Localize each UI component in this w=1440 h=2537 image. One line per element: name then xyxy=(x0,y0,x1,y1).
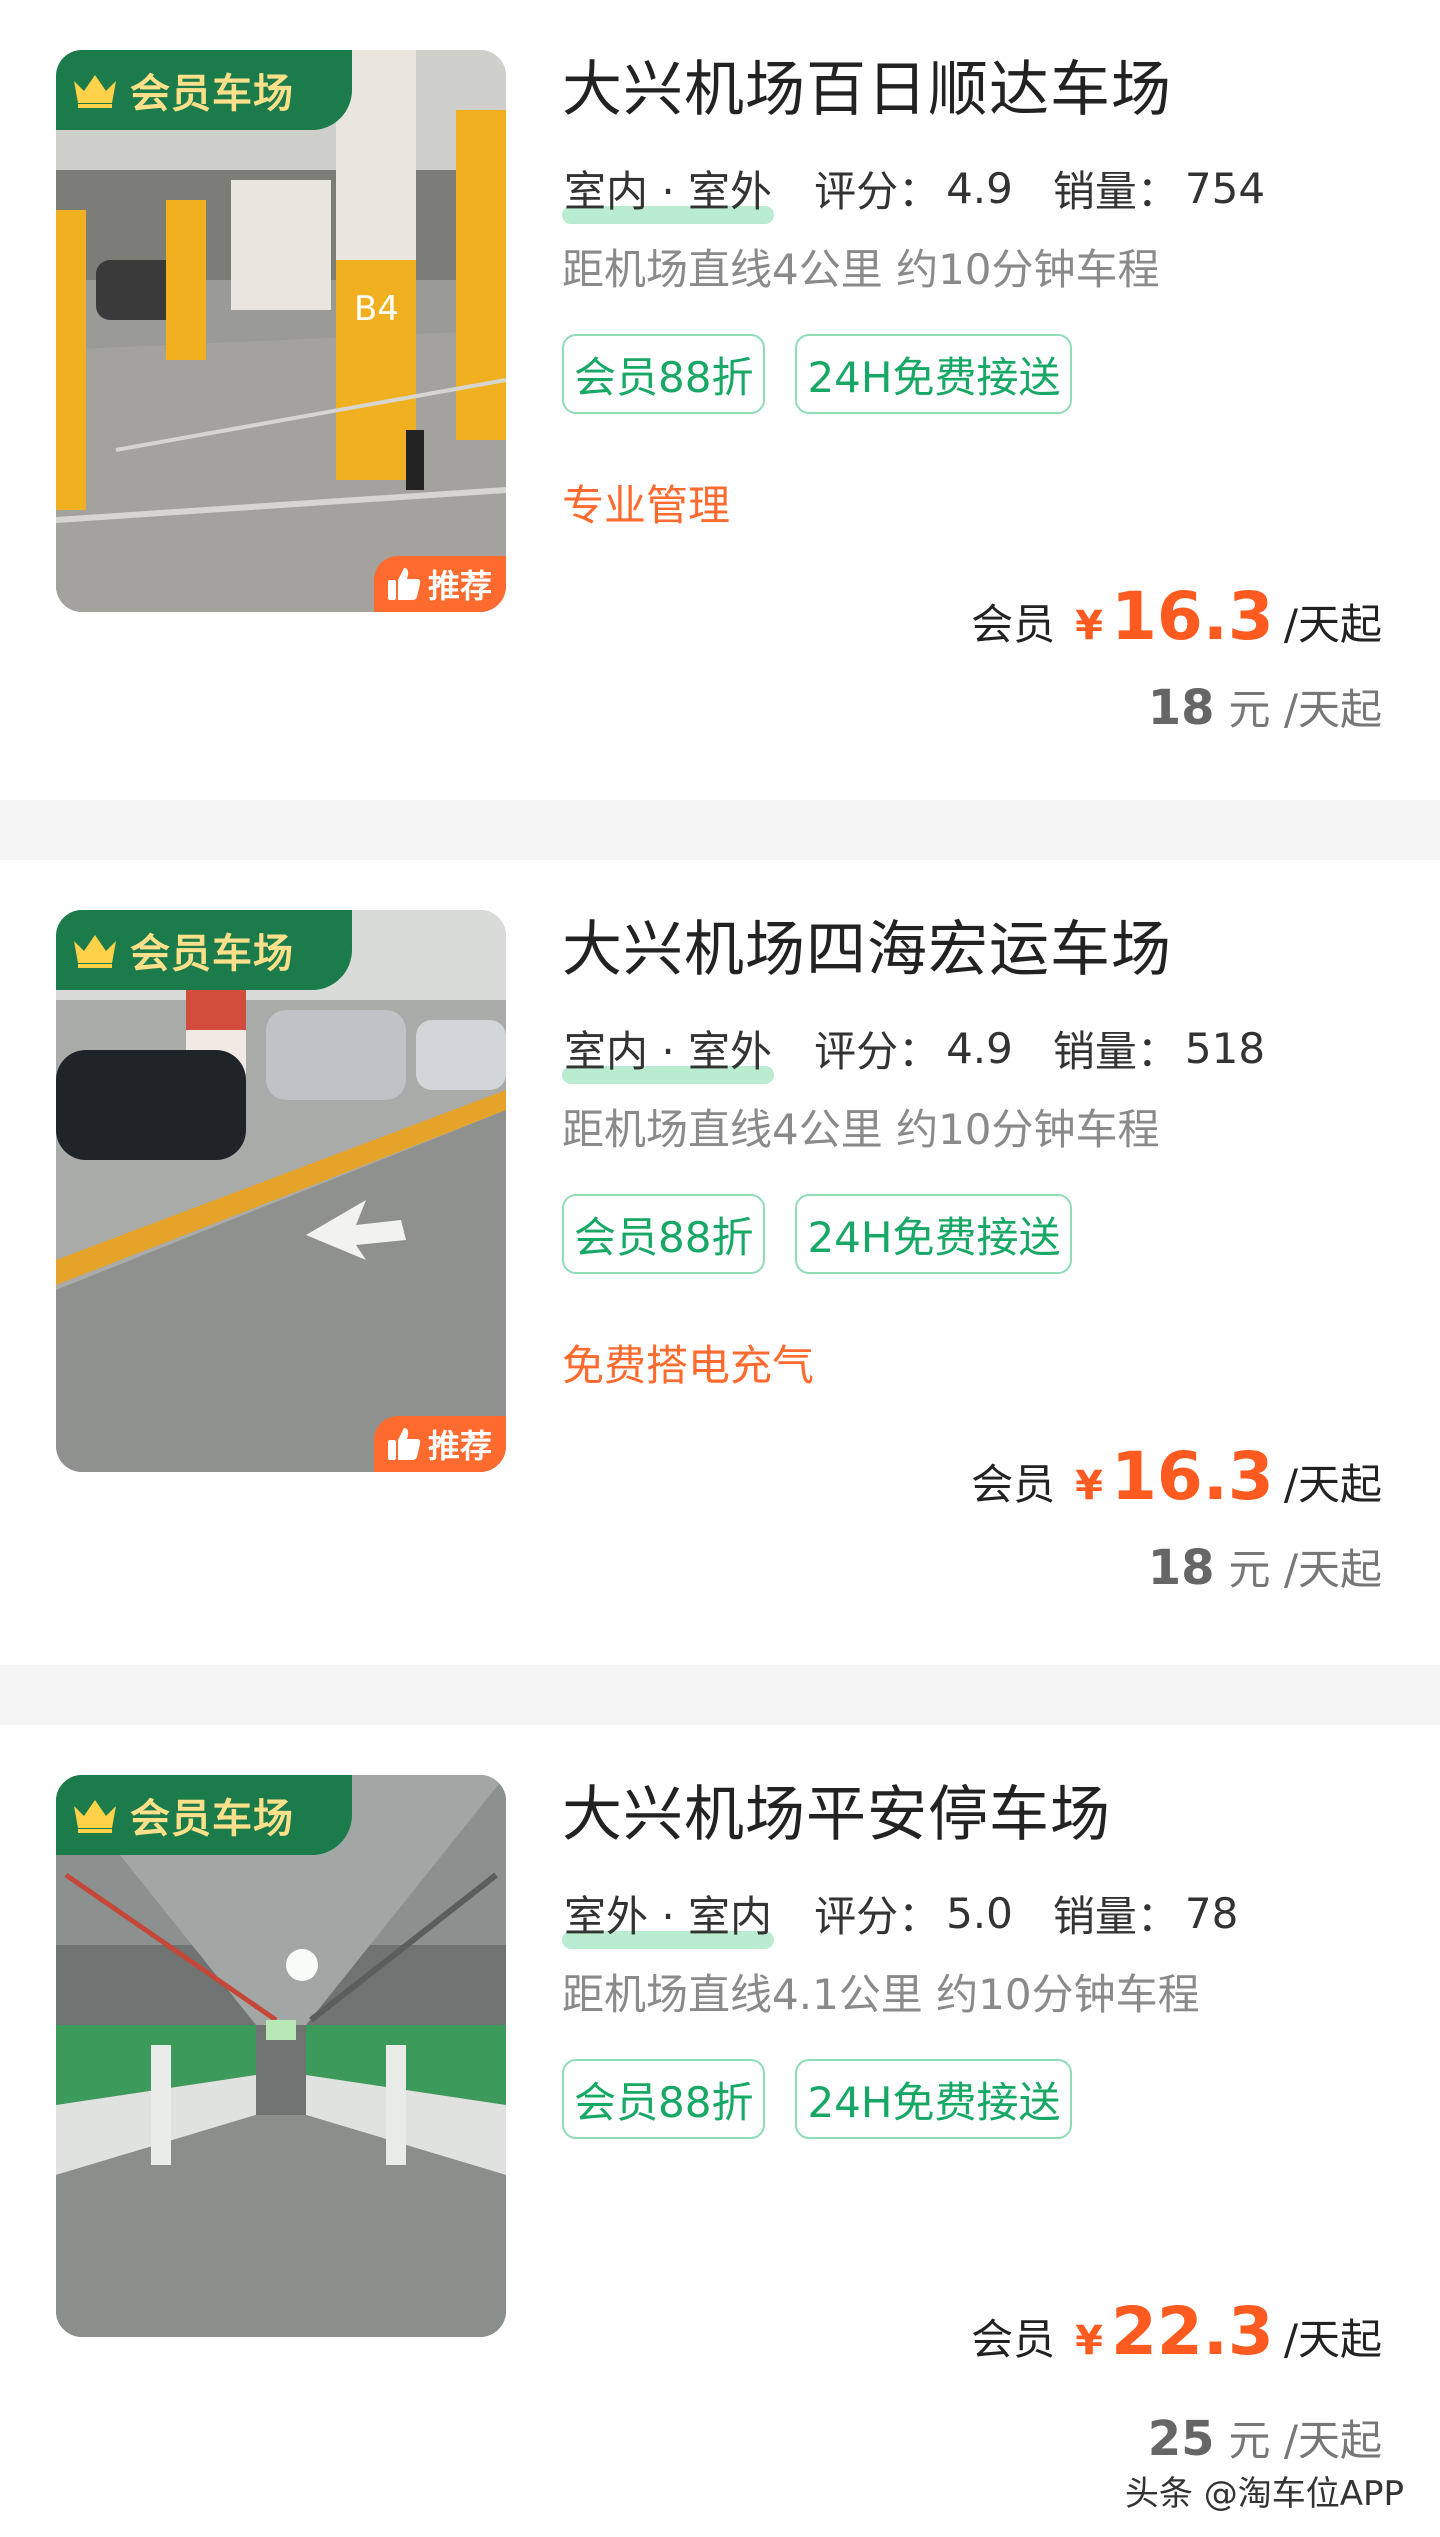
member-price: 会员 ¥ 22.3 /天起 xyxy=(971,2293,1382,2370)
original-price: 25 元 /天起 xyxy=(1148,2407,1382,2468)
original-price-unit: 元 /天起 xyxy=(1228,2416,1382,2465)
distance-text: 距机场直线4公里 约10分钟车程 xyxy=(562,1105,1160,1154)
member-lot-badge: 会员车场 xyxy=(56,1775,352,1855)
tag-list: 会员88折 24H免费接送 xyxy=(562,1194,1402,1274)
shuttle-tag: 24H免费接送 xyxy=(795,2059,1073,2139)
distance-text: 距机场直线4公里 约10分钟车程 xyxy=(562,245,1160,294)
parking-lot-name[interactable]: 大兴机场百日顺达车场 xyxy=(562,50,1402,130)
parking-lot-name[interactable]: 大兴机场四海宏运车场 xyxy=(562,910,1402,990)
sales-value: 78 xyxy=(1184,1888,1239,1938)
tag-list: 会员88折 24H免费接送 xyxy=(562,334,1402,414)
sales-value: 754 xyxy=(1184,163,1266,213)
parking-lot-photo[interactable]: 会员车场 xyxy=(56,1775,506,2337)
member-price-amount: 16.3 xyxy=(1111,578,1274,655)
crown-icon xyxy=(74,1800,116,1833)
currency-symbol: ¥ xyxy=(1075,2318,1103,2364)
parking-type: 室外 · 室内 xyxy=(564,1891,773,1941)
parking-lot-photo[interactable]: B4 会员车场 推荐 xyxy=(56,50,506,612)
original-price-amount: 25 xyxy=(1147,2411,1215,2467)
original-price: 18 元 /天起 xyxy=(1148,676,1382,737)
thumbs-up-icon xyxy=(387,1428,421,1460)
discount-tag: 会员88折 xyxy=(562,334,766,414)
rating-label: 评分： xyxy=(814,166,941,216)
sales-label: 销量： xyxy=(1052,1026,1179,1076)
crown-icon xyxy=(74,75,116,108)
original-price-unit: 元 /天起 xyxy=(1228,685,1382,734)
rating-value: 5.0 xyxy=(946,1888,1013,1938)
original-price-amount: 18 xyxy=(1147,680,1215,736)
rating-label: 评分： xyxy=(814,1891,941,1941)
price-unit: /天起 xyxy=(1283,600,1382,649)
source-watermark: 头条 @淘车位APP xyxy=(1124,2474,1404,2514)
member-lot-label: 会员车场 xyxy=(130,71,294,117)
recommend-label: 推荐 xyxy=(427,1427,492,1465)
shuttle-tag: 24H免费接送 xyxy=(795,1194,1073,1274)
thumbs-up-icon xyxy=(387,568,421,600)
parking-lot-info: 大兴机场平安停车场 室外 · 室内 评分： 5.0 销量： 78 距机场直线4.… xyxy=(562,1775,1402,2139)
rating-row: 室外 · 室内 评分： 5.0 销量： 78 xyxy=(562,1885,1402,1941)
recommend-badge: 推荐 xyxy=(373,556,506,612)
parking-lot-info: 大兴机场百日顺达车场 室内 · 室外 评分： 4.9 销量： 754 距机场直线… xyxy=(562,50,1402,534)
member-price-amount: 16.3 xyxy=(1111,1438,1274,1515)
recommend-label: 推荐 xyxy=(427,567,492,605)
member-lot-badge: 会员车场 xyxy=(56,50,352,130)
member-price-label: 会员 xyxy=(971,600,1056,649)
parking-photo-image xyxy=(56,910,506,1472)
member-price-amount: 22.3 xyxy=(1111,2293,1274,2370)
price-unit: /天起 xyxy=(1283,2315,1382,2364)
member-price: 会员 ¥ 16.3 /天起 xyxy=(971,578,1382,655)
parking-lot-card[interactable]: B4 会员车场 推荐 大兴机场百日顺达车场 室内 · 室外 评分： 4.9 销量… xyxy=(0,0,1440,800)
parking-type: 室内 · 室外 xyxy=(564,166,773,216)
parking-lot-card[interactable]: 会员车场 大兴机场平安停车场 室外 · 室内 评分： 5.0 销量： 78 距机… xyxy=(0,1725,1440,2537)
sales-label: 销量： xyxy=(1052,1891,1179,1941)
member-price-label: 会员 xyxy=(971,1460,1056,1509)
recommend-badge: 推荐 xyxy=(373,1416,506,1472)
sales-label: 销量： xyxy=(1052,166,1179,216)
parking-lot-card[interactable]: 会员车场 推荐 大兴机场四海宏运车场 室内 · 室外 评分： 4.9 销量： 5… xyxy=(0,860,1440,1665)
parking-lot-photo[interactable]: 会员车场 推荐 xyxy=(56,910,506,1472)
feature-text: 专业管理 xyxy=(562,481,731,530)
currency-symbol: ¥ xyxy=(1075,1463,1103,1509)
original-price: 18 元 /天起 xyxy=(1148,1536,1382,1597)
member-lot-badge: 会员车场 xyxy=(56,910,352,990)
parking-photo-image xyxy=(56,1775,506,2337)
currency-symbol: ¥ xyxy=(1075,603,1103,649)
crown-icon xyxy=(74,935,116,968)
discount-tag: 会员88折 xyxy=(562,2059,766,2139)
feature-text: 免费搭电充气 xyxy=(562,1341,815,1390)
rating-row: 室内 · 室外 评分： 4.9 销量： 518 xyxy=(562,1020,1402,1076)
rating-row: 室内 · 室外 评分： 4.9 销量： 754 xyxy=(562,160,1402,216)
parking-lot-info: 大兴机场四海宏运车场 室内 · 室外 评分： 4.9 销量： 518 距机场直线… xyxy=(562,910,1402,1394)
rating-value: 4.9 xyxy=(946,1023,1013,1073)
distance-text: 距机场直线4.1公里 约10分钟车程 xyxy=(562,1970,1200,2019)
tag-list: 会员88折 24H免费接送 xyxy=(562,2059,1402,2139)
price-unit: /天起 xyxy=(1283,1460,1382,1509)
shuttle-tag: 24H免费接送 xyxy=(795,334,1073,414)
svg-text:B4: B4 xyxy=(354,289,399,329)
member-lot-label: 会员车场 xyxy=(130,1796,294,1842)
parking-type: 室内 · 室外 xyxy=(564,1026,773,1076)
member-price: 会员 ¥ 16.3 /天起 xyxy=(971,1438,1382,1515)
parking-lot-name[interactable]: 大兴机场平安停车场 xyxy=(562,1775,1402,1855)
parking-photo-image: B4 xyxy=(56,50,506,612)
original-price-amount: 18 xyxy=(1147,1540,1215,1596)
rating-label: 评分： xyxy=(814,1026,941,1076)
discount-tag: 会员88折 xyxy=(562,1194,766,1274)
original-price-unit: 元 /天起 xyxy=(1228,1545,1382,1594)
rating-value: 4.9 xyxy=(946,163,1013,213)
sales-value: 518 xyxy=(1184,1023,1266,1073)
member-price-label: 会员 xyxy=(971,2315,1056,2364)
member-lot-label: 会员车场 xyxy=(130,931,294,977)
